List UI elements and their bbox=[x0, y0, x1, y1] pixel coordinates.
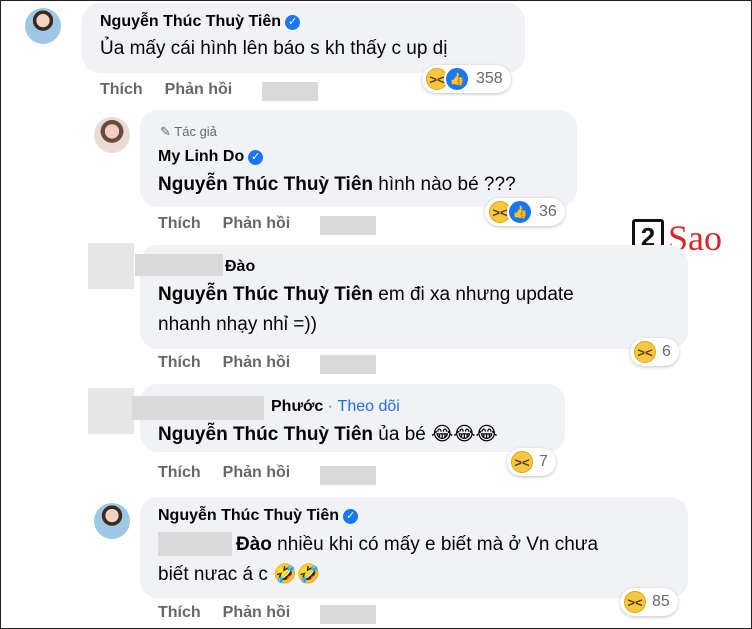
reaction-summary[interactable]: >< 7 bbox=[507, 448, 556, 476]
pencil-icon: ✎ bbox=[160, 124, 175, 139]
reaction-summary[interactable]: >< 👍 358 bbox=[422, 65, 511, 93]
redacted-avatar bbox=[88, 243, 134, 289]
comment-body-line1: nhiều khi có mấy e biết mà ở Vn chưa bbox=[271, 534, 599, 555]
redacted-avatar bbox=[88, 388, 134, 434]
mention-link[interactable]: Đào bbox=[236, 534, 272, 555]
reaction-count: 85 bbox=[652, 593, 670, 610]
comment-text: Ủa mấy cái hình lên báo s kh thấy c up d… bbox=[100, 38, 448, 59]
like-icon: 👍 bbox=[507, 199, 533, 225]
reaction-summary[interactable]: >< 85 bbox=[620, 588, 678, 616]
like-button[interactable]: Thích bbox=[158, 604, 201, 621]
follow-link[interactable]: Theo dõi bbox=[338, 398, 400, 415]
comment-actions: Thích Phản hồi bbox=[158, 215, 312, 233]
reply-button[interactable]: Phản hồi bbox=[223, 464, 291, 481]
reply-button[interactable]: Phản hồi bbox=[165, 81, 233, 98]
comment-actions: Thích Phản hồi bbox=[158, 464, 312, 482]
redacted-name bbox=[158, 532, 232, 556]
comment-author[interactable]: Nguyễn Thúc Thuỳ Tiên ✓ bbox=[158, 507, 359, 525]
author-badge: ✎ Tác giả bbox=[160, 124, 217, 140]
comment-actions: Thích Phản hồi bbox=[158, 604, 312, 622]
mention-link[interactable]: Nguyễn Thúc Thuỳ Tiên bbox=[158, 284, 373, 305]
comment-text: Nguyễn Thúc Thuỳ Tiên em đi xa nhưng upd… bbox=[158, 280, 574, 310]
author-name[interactable]: Nguyễn Thúc Thuỳ Tiên bbox=[100, 13, 281, 30]
comment-text-line2: biết nưac á c 🤣🤣 bbox=[158, 564, 321, 585]
like-button[interactable]: Thích bbox=[158, 464, 201, 481]
verified-icon: ✓ bbox=[343, 509, 359, 524]
avatar[interactable] bbox=[94, 503, 130, 539]
haha-icon: >< bbox=[511, 451, 533, 473]
reaction-summary[interactable]: >< 👍 36 bbox=[485, 198, 565, 226]
reaction-summary[interactable]: >< 6 bbox=[630, 338, 679, 366]
like-button[interactable]: Thích bbox=[158, 215, 201, 232]
reply-button[interactable]: Phản hồi bbox=[223, 604, 291, 621]
comment-text: Nguyễn Thúc Thuỳ Tiên hình nào bé ??? bbox=[158, 170, 516, 200]
like-button[interactable]: Thích bbox=[100, 81, 143, 98]
haha-icon: >< bbox=[624, 591, 646, 613]
comment-body: hình nào bé ??? bbox=[373, 174, 516, 195]
haha-icon: >< bbox=[634, 341, 656, 363]
redacted-name bbox=[135, 254, 223, 276]
redacted-timestamp bbox=[320, 605, 376, 624]
comment-body: ủa bé 😂😂😂 bbox=[373, 424, 498, 445]
redacted-timestamp bbox=[320, 466, 376, 485]
comment-text: Nguyễn Thúc Thuỳ Tiên ủa bé 😂😂😂 bbox=[158, 420, 498, 450]
comment-author[interactable]: Phước · Theo dõi bbox=[271, 398, 400, 416]
redacted-timestamp bbox=[320, 355, 376, 374]
like-icon: 👍 bbox=[444, 66, 470, 92]
redacted-timestamp bbox=[262, 82, 318, 101]
avatar[interactable] bbox=[25, 8, 61, 44]
avatar[interactable] bbox=[94, 117, 130, 153]
redacted-timestamp bbox=[320, 216, 376, 235]
author-tag-label: Tác giả bbox=[174, 124, 217, 139]
comment-actions: Thích Phản hồi bbox=[158, 354, 312, 372]
comment-text: Đào nhiều khi có mấy e biết mà ở Vn chưa bbox=[236, 530, 598, 560]
reaction-count: 7 bbox=[539, 453, 548, 470]
reply-button[interactable]: Phản hồi bbox=[223, 215, 291, 232]
verified-icon: ✓ bbox=[248, 150, 264, 165]
author-name[interactable]: Nguyễn Thúc Thuỳ Tiên bbox=[158, 507, 339, 524]
comment-author[interactable]: Nguyễn Thúc Thuỳ Tiên ✓ bbox=[100, 13, 301, 31]
like-button[interactable]: Thích bbox=[158, 354, 201, 371]
reaction-count: 358 bbox=[476, 70, 503, 87]
reply-button[interactable]: Phản hồi bbox=[223, 354, 291, 371]
mention-link[interactable]: Nguyễn Thúc Thuỳ Tiên bbox=[158, 424, 373, 445]
redacted-name bbox=[132, 396, 264, 420]
reaction-count: 6 bbox=[662, 343, 671, 360]
comment-body-line1: em đi xa nhưng update bbox=[373, 284, 574, 305]
comment-author[interactable]: Đào bbox=[225, 258, 255, 276]
comment-author[interactable]: My Linh Do ✓ bbox=[158, 148, 264, 166]
comment-text-line2: nhanh nhạy nhỉ =)) bbox=[158, 314, 317, 335]
author-name[interactable]: My Linh Do bbox=[158, 148, 244, 165]
verified-icon: ✓ bbox=[285, 15, 301, 30]
mention-link[interactable]: Nguyễn Thúc Thuỳ Tiên bbox=[158, 174, 373, 195]
author-name[interactable]: Phước bbox=[271, 398, 323, 415]
reaction-count: 36 bbox=[539, 203, 557, 220]
comment-actions: Thích Phản hồi bbox=[100, 81, 254, 99]
